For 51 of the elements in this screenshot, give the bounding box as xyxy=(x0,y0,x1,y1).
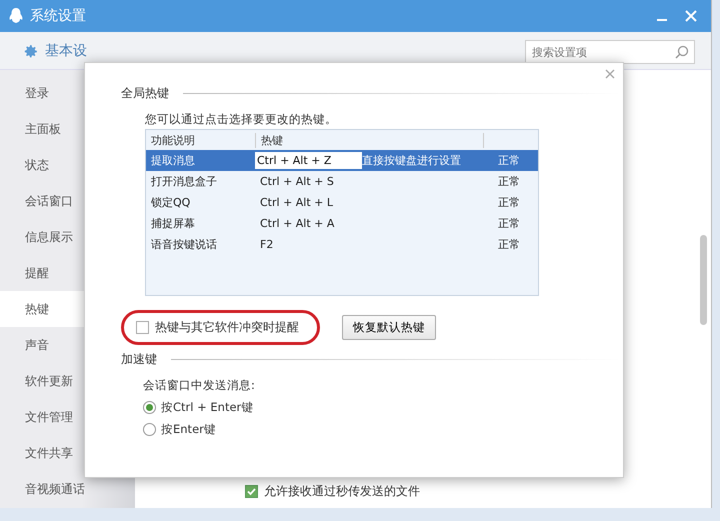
table-cell-text: 正常 xyxy=(498,237,521,252)
settings-tab[interactable]: 基本设 xyxy=(22,42,87,60)
radio-label: 按Ctrl + Enter键 xyxy=(161,400,254,415)
checkbox[interactable] xyxy=(245,485,258,498)
table-row[interactable]: 打开消息盒子 Ctrl + Alt + S 正常 xyxy=(146,171,538,192)
table-cell-text: Ctrl + Alt + L xyxy=(259,195,334,211)
section-title: 加速键 xyxy=(121,351,157,368)
table-cell-text: 捕捉屏幕 xyxy=(150,216,196,231)
scrollbar[interactable] xyxy=(700,235,707,325)
prompt-text: 会话窗口中发送消息: xyxy=(143,378,256,393)
hotkey-field[interactable]: Ctrl + Alt + Z xyxy=(255,152,362,169)
close-icon xyxy=(605,69,615,79)
radio-button[interactable] xyxy=(143,401,156,414)
search-field[interactable]: 搜索设置项 xyxy=(525,40,695,64)
checkbox-label: 允许接收通过秒传发送的文件 xyxy=(264,483,420,500)
radio-option[interactable]: 按Enter键 xyxy=(143,422,623,437)
radio-option[interactable]: 按Ctrl + Enter键 xyxy=(143,400,623,415)
table-row[interactable]: 提取消息 Ctrl + Alt + Z 直接按键盘进行设置 正常 xyxy=(146,150,538,171)
table-cell-text: 正常 xyxy=(498,195,521,210)
column-header: 功能说明 xyxy=(146,132,256,148)
table-cell-text: 正常 xyxy=(498,174,521,189)
table-cell-text: Ctrl + Alt + A xyxy=(259,216,336,232)
table-cell-text: 提取消息 xyxy=(150,153,196,168)
table-cell-text: 正常 xyxy=(498,216,521,231)
checkmark-icon xyxy=(246,486,257,497)
penguin-icon xyxy=(8,7,24,25)
close-icon xyxy=(685,10,697,22)
radio-label: 按Enter键 xyxy=(161,422,216,437)
minimize-icon xyxy=(657,19,667,21)
checkbox[interactable] xyxy=(136,321,149,334)
table-row[interactable]: 锁定QQ Ctrl + Alt + L 正常 xyxy=(146,192,538,213)
search-icon xyxy=(675,45,689,59)
restore-default-button[interactable]: 恢复默认热键 xyxy=(342,315,436,340)
column-header: 热键 xyxy=(256,132,484,148)
table-cell-text: Ctrl + Alt + S xyxy=(259,174,335,190)
sidebar-item[interactable]: 音视频通话 xyxy=(0,471,135,507)
table-cell-text: F2 xyxy=(259,237,274,253)
close-button[interactable] xyxy=(605,69,615,79)
window-title: 系统设置 xyxy=(30,7,87,25)
radio-button[interactable] xyxy=(143,423,156,436)
table-cell-text: 语音按键说话 xyxy=(150,237,218,252)
section-title: 全局热键 xyxy=(121,85,169,102)
table-cell-text: 正常 xyxy=(498,153,521,168)
receive-files-checkbox[interactable]: 允许接收通过秒传发送的文件 xyxy=(245,483,711,500)
table-row[interactable]: 语音按键说话 F2 正常 xyxy=(146,234,538,255)
gear-icon xyxy=(22,42,39,60)
hint-text: 您可以通过点击选择要更改的热键。 xyxy=(145,112,338,127)
table-cell-text: 锁定QQ xyxy=(150,195,192,210)
table-cell-text: 打开消息盒子 xyxy=(150,174,218,189)
table-cell-text: 直接按键盘进行设置 xyxy=(362,153,462,168)
table-row[interactable]: 捕捉屏幕 Ctrl + Alt + A 正常 xyxy=(146,213,538,234)
